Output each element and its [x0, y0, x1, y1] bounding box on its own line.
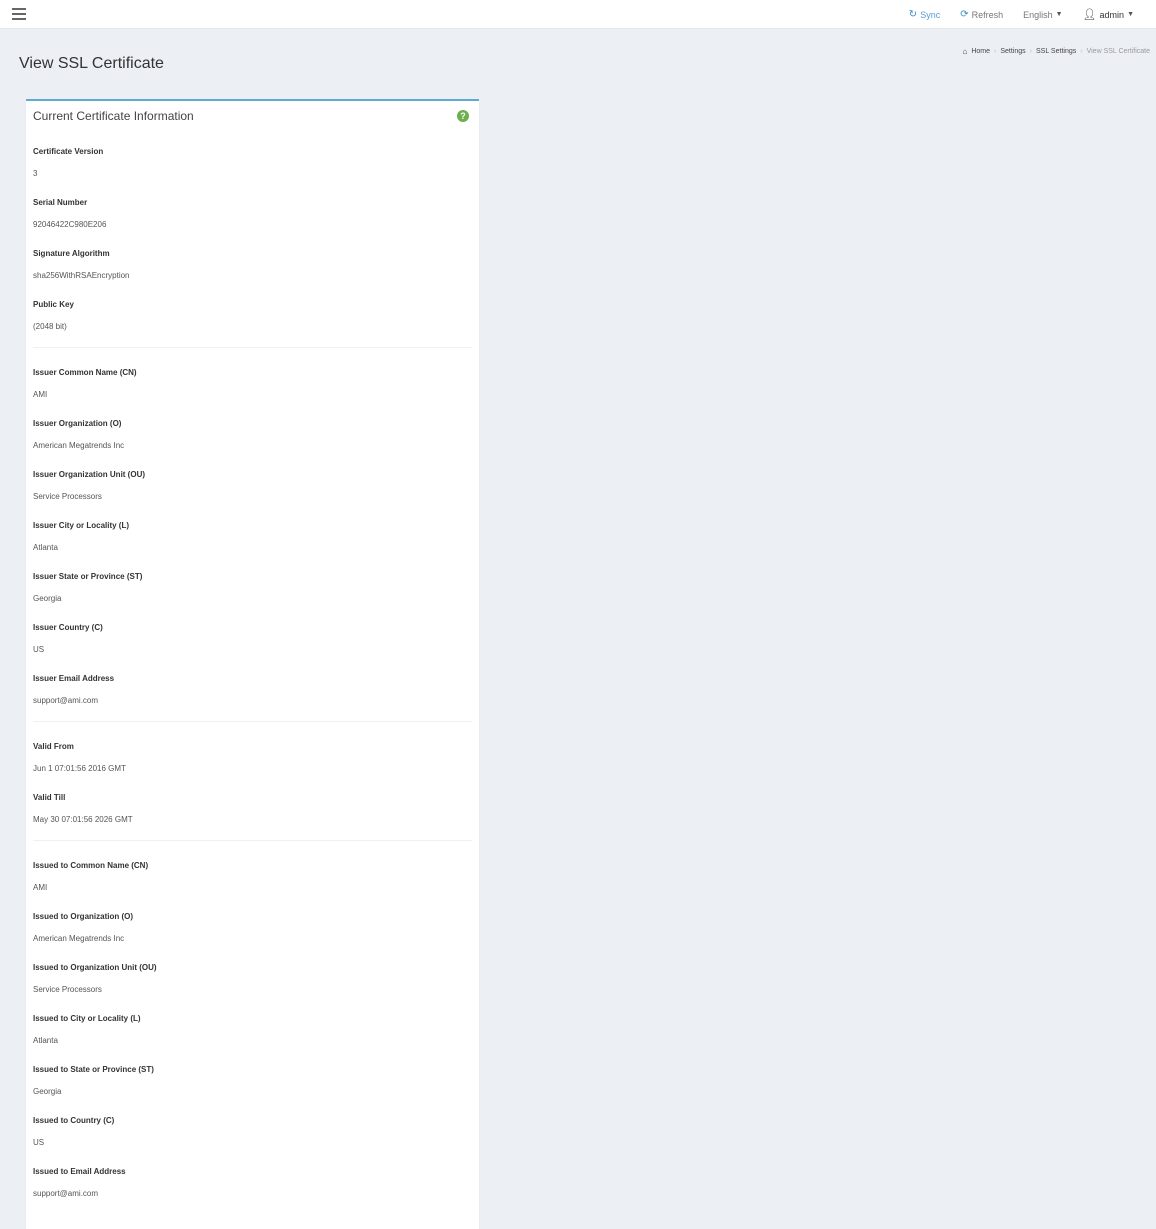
field-label: Issued to Common Name (CN) [33, 861, 149, 870]
field-value: AMI [33, 390, 48, 399]
field-issuer-c: Issuer Country (C) US [33, 609, 472, 660]
breadcrumb-settings[interactable]: Settings [1000, 48, 1025, 55]
field-label: Issuer Email Address [33, 674, 115, 683]
page-title: View SSL Certificate [19, 55, 164, 72]
field-value: (2048 bit) [33, 322, 67, 331]
section-divider [33, 721, 472, 722]
field-label: Issued to Email Address [33, 1167, 126, 1176]
field-label: Public Key [33, 300, 74, 309]
field-label: Issuer Organization (O) [33, 419, 122, 428]
breadcrumb-separator: › [994, 48, 997, 55]
field-valid-from: Valid From Jun 1 07:01:56 2016 GMT [33, 728, 472, 779]
breadcrumb-separator: › [1029, 48, 1033, 55]
menu-toggle-icon[interactable] [12, 8, 26, 20]
breadcrumb-ssl-settings[interactable]: SSL Settings [1036, 48, 1076, 55]
field-value: support@ami.com [33, 696, 99, 705]
field-signature-algorithm: Signature Algorithm sha256WithRSAEncrypt… [33, 235, 472, 286]
home-icon: ⌂ [962, 47, 968, 56]
user-menu[interactable]: 👤︎ admin ▼ [1073, 0, 1144, 29]
certificate-fields: Certificate Version 3 Serial Number 9204… [26, 133, 479, 1204]
caret-down-icon: ▼ [1055, 11, 1063, 18]
field-label: Signature Algorithm [33, 249, 110, 258]
field-value: 92046422C980E206 [33, 220, 107, 229]
field-label: Issuer Organization Unit (OU) [33, 470, 146, 479]
certificate-info-box: Current Certificate Information ? Certif… [26, 99, 479, 1229]
field-label: Issuer Country (C) [33, 623, 103, 632]
field-value: US [33, 645, 45, 654]
field-issuer-email: Issuer Email Address support@ami.com [33, 660, 472, 711]
field-value: sha256WithRSAEncryption [33, 271, 130, 280]
field-value: Jun 1 07:01:56 2016 GMT [33, 764, 126, 773]
sync-label: Sync [920, 9, 941, 20]
top-navbar: ↻ Sync ⟳ Refresh English ▼ 👤︎ admin ▼ [0, 0, 1156, 29]
caret-down-icon: ▼ [1127, 11, 1134, 18]
field-value: American Megatrends Inc [33, 934, 125, 943]
breadcrumb-current: View SSL Certificate [1086, 48, 1150, 55]
breadcrumb-home[interactable]: Home [971, 48, 990, 55]
user-label: admin [1099, 9, 1125, 20]
field-value: Georgia [33, 594, 62, 603]
field-label: Issued to City or Locality (L) [33, 1014, 141, 1023]
field-label: Issuer State or Province (ST) [33, 572, 143, 581]
field-value: Atlanta [33, 543, 58, 552]
field-issued-to-st: Issued to State or Province (ST) Georgia [33, 1051, 472, 1102]
field-value: US [33, 1138, 45, 1147]
field-public-key: Public Key (2048 bit) [33, 286, 472, 337]
field-issuer-st: Issuer State or Province (ST) Georgia [33, 558, 472, 609]
field-value: AMI [33, 883, 48, 892]
refresh-label: Refresh [971, 9, 1004, 20]
language-dropdown[interactable]: English ▼ [1013, 0, 1072, 29]
field-label: Issued to Organization Unit (OU) [33, 963, 157, 972]
field-label: Certificate Version [33, 147, 104, 156]
user-icon: 👤︎ [1082, 9, 1097, 21]
refresh-button[interactable]: ⟳ Refresh [950, 0, 1013, 29]
field-issued-to-c: Issued to Country (C) US [33, 1102, 472, 1153]
field-issued-to-cn: Issued to Common Name (CN) AMI [33, 847, 472, 898]
field-issued-to-email: Issued to Email Address support@ami.com [33, 1153, 472, 1204]
field-label: Valid Till [33, 793, 66, 802]
field-serial-number: Serial Number 92046422C980E206 [33, 184, 472, 235]
field-label: Issuer Common Name (CN) [33, 368, 137, 377]
field-certificate-version: Certificate Version 3 [33, 133, 472, 184]
box-header: Current Certificate Information ? [26, 101, 479, 133]
field-issued-to-l: Issued to City or Locality (L) Atlanta [33, 1000, 472, 1051]
field-issuer-o: Issuer Organization (O) American Megatre… [33, 405, 472, 456]
field-value: Atlanta [33, 1036, 58, 1045]
refresh-icon: ⟳ [960, 9, 969, 20]
field-valid-till: Valid Till May 30 07:01:56 2026 GMT [33, 779, 472, 830]
field-label: Serial Number [33, 198, 88, 207]
help-icon[interactable]: ? [457, 110, 469, 122]
field-issuer-ou: Issuer Organization Unit (OU) Service Pr… [33, 456, 472, 507]
field-value: support@ami.com [33, 1189, 99, 1198]
field-issuer-l: Issuer City or Locality (L) Atlanta [33, 507, 472, 558]
breadcrumb-separator: › [1080, 48, 1083, 55]
field-issued-to-ou: Issued to Organization Unit (OU) Service… [33, 949, 472, 1000]
top-nav-links: ↻ Sync ⟳ Refresh English ▼ 👤︎ admin ▼ [899, 0, 1144, 29]
section-divider [33, 840, 472, 841]
content-wrapper: View SSL Certificate ⌂ Home › Settings ›… [6, 29, 1156, 1229]
field-issuer-cn: Issuer Common Name (CN) AMI [33, 354, 472, 405]
section-divider [33, 347, 472, 348]
sync-button[interactable]: ↻ Sync [899, 0, 950, 29]
field-value: Service Processors [33, 985, 102, 994]
field-label: Issued to Country (C) [33, 1116, 115, 1125]
field-value: Service Processors [33, 492, 102, 501]
sync-icon: ↻ [908, 9, 918, 20]
field-issued-to-o: Issued to Organization (O) American Mega… [33, 898, 472, 949]
field-value: Georgia [33, 1087, 62, 1096]
field-value: American Megatrends Inc [33, 441, 125, 450]
field-value: May 30 07:01:56 2026 GMT [33, 815, 133, 824]
box-title: Current Certificate Information [33, 109, 194, 123]
field-value: 3 [33, 169, 38, 178]
language-label: English [1023, 9, 1053, 20]
field-label: Issued to Organization (O) [33, 912, 134, 921]
field-label: Issued to State or Province (ST) [33, 1065, 154, 1074]
field-label: Valid From [33, 742, 74, 751]
breadcrumb: ⌂ Home › Settings › SSL Settings › View … [963, 47, 1151, 56]
field-label: Issuer City or Locality (L) [33, 521, 130, 530]
